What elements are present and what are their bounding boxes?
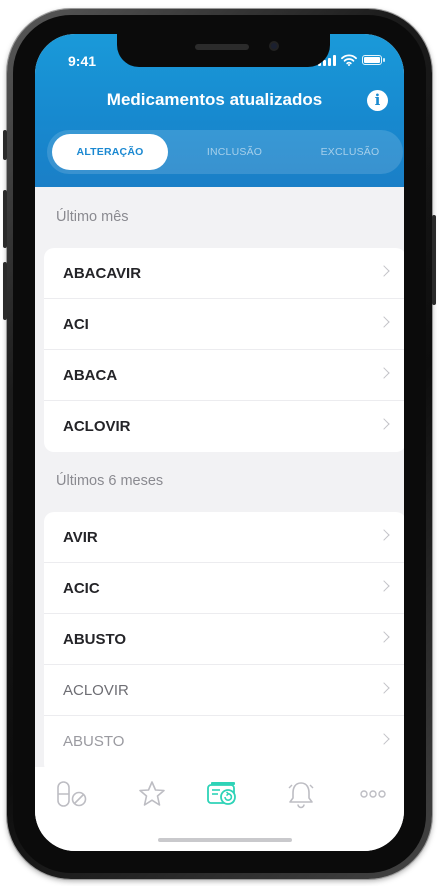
chevron-right-icon [378, 733, 390, 745]
tab-alteracao[interactable]: ALTERAÇÃO [52, 134, 168, 170]
list-item[interactable]: ABACAVIR [44, 248, 404, 299]
chevron-right-icon [378, 418, 390, 430]
status-icons [318, 54, 385, 66]
volume-up-button [3, 190, 7, 248]
page-title: Medicamentos atualizados [106, 90, 323, 109]
tab-exclusao[interactable]: EXCLUSÃO [294, 134, 404, 170]
info-icon[interactable]: i [367, 90, 388, 111]
status-time: 9:41 [68, 53, 97, 69]
list-item[interactable]: ABUSTO [44, 614, 404, 665]
list-item[interactable]: ABUSTO [44, 716, 404, 767]
app-screen: 9:41 Medicamentos atualizados i ALTERAÇÃ… [35, 34, 404, 851]
list-item-label: ACIC [63, 579, 100, 597]
list-item[interactable]: ACI [44, 299, 404, 350]
list-item-label: ACLOVIR [63, 681, 129, 699]
list-item-label: AVIR [63, 528, 98, 546]
list-item-label: ACI [63, 315, 89, 333]
segmented-control: ALTERAÇÃO INCLUSÃO EXCLUSÃO [47, 130, 403, 174]
front-camera [269, 41, 279, 51]
more-icon[interactable] [353, 779, 393, 809]
tab-inclusao[interactable]: INCLUSÃO [177, 134, 292, 170]
list-item-label: ABACAVIR [63, 264, 142, 282]
list-card-last-month: ABACAVIR ACI ABACA ACLOVIR [44, 248, 404, 452]
chevron-right-icon [378, 580, 390, 592]
star-icon[interactable] [132, 779, 172, 809]
list-item-label: ABACA [63, 366, 118, 384]
list-item-label: ACLOVIR [63, 418, 131, 435]
section-label-last-6-months: Últimos 6 meses [56, 473, 164, 489]
list-item[interactable]: AVIR [44, 512, 404, 563]
power-button [432, 215, 436, 305]
list-item[interactable]: ACIC [44, 563, 404, 614]
chevron-right-icon [378, 631, 390, 643]
chevron-right-icon [378, 316, 390, 328]
list-item[interactable]: ABACA [44, 350, 404, 401]
notch [117, 34, 330, 67]
list-item[interactable]: ACLOVIR [44, 665, 404, 716]
bell-icon[interactable] [281, 779, 321, 809]
updates-icon[interactable] [203, 779, 243, 809]
list-card-last-6-months: AVIR ACIC ABUSTO ACLOVIR ABUSTO [44, 512, 404, 774]
list-item[interactable]: ACLOVIR [44, 401, 404, 452]
pill-icon[interactable] [53, 779, 93, 809]
chevron-right-icon [378, 265, 390, 277]
battery-icon [362, 55, 385, 65]
silent-switch [3, 130, 7, 160]
section-label-last-month: Último mês [56, 209, 129, 225]
volume-down-button [3, 262, 7, 320]
list-item-label: ABUSTO [63, 733, 125, 750]
speaker-grille [195, 44, 249, 50]
chevron-right-icon [378, 529, 390, 541]
home-indicator[interactable] [158, 838, 292, 842]
list-item-label: ABUSTO [63, 630, 127, 648]
chevron-right-icon [378, 682, 390, 694]
wifi-icon [341, 54, 357, 66]
chevron-right-icon [378, 367, 390, 379]
